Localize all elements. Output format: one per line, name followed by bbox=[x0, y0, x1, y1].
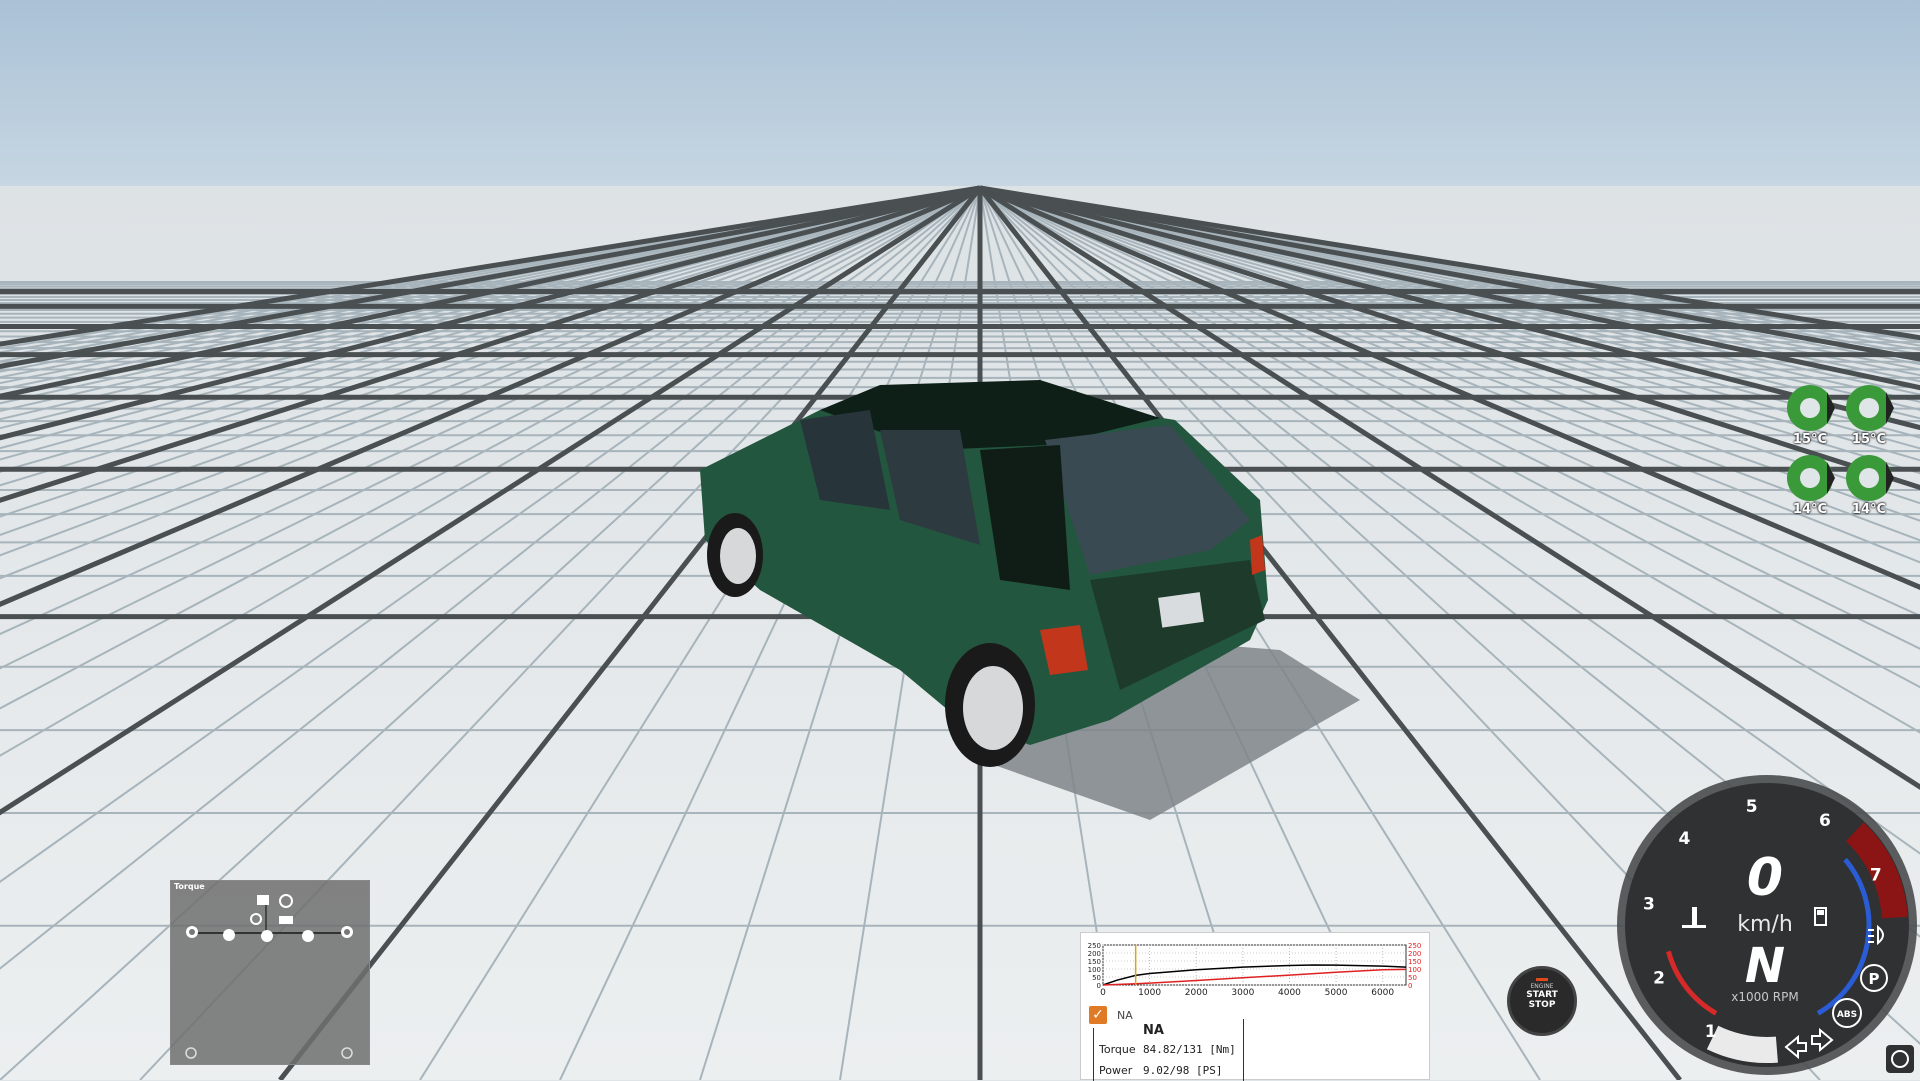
y-left-tick-label: 100 bbox=[1088, 966, 1101, 974]
tyre-temp-label: 14°C bbox=[1792, 502, 1828, 517]
shaft-icon bbox=[223, 929, 235, 941]
wheel-icon bbox=[185, 1047, 197, 1059]
divider bbox=[1093, 1028, 1094, 1081]
y-right-tick-label: 100 bbox=[1408, 966, 1421, 974]
tyre-front-left: 15°C bbox=[1783, 382, 1837, 452]
engine-button-line1: ENGINE bbox=[1530, 983, 1554, 990]
engine-button-line3: STOP bbox=[1528, 1000, 1556, 1010]
y-right-tick-label: 0 bbox=[1408, 982, 1412, 990]
torque-value: 84.82/131 [Nm] bbox=[1143, 1043, 1236, 1056]
tyre-icon bbox=[1787, 455, 1835, 501]
x-tick-label: 4000 bbox=[1278, 988, 1301, 998]
speed-readout: 0 bbox=[1747, 848, 1783, 908]
gearbox-icon bbox=[257, 895, 269, 905]
na-checkbox[interactable]: ✓ bbox=[1089, 1006, 1107, 1024]
shaft-icon bbox=[302, 930, 314, 942]
y-right-tick-label: 200 bbox=[1408, 950, 1421, 958]
differential-icon bbox=[279, 894, 293, 908]
drivetrain-diagram bbox=[185, 894, 353, 1059]
engine-curve-panel[interactable]: 0 1000 2000 3000 4000 5000 6000 250 200 150 100 50 0… bbox=[1080, 932, 1430, 1081]
power-value: 9.02/98 [PS] bbox=[1143, 1064, 1223, 1077]
tyre-front-right: 15°C bbox=[1842, 382, 1896, 452]
wheel-icon bbox=[186, 926, 198, 938]
tyre-temp-label: 15°C bbox=[1792, 432, 1828, 447]
engine-start-stop-button[interactable]: ENGINE START STOP bbox=[1507, 966, 1577, 1036]
gear-readout: N bbox=[1745, 938, 1785, 994]
y-left-tick-label: 200 bbox=[1088, 950, 1101, 958]
rpm-tick-label: 4 bbox=[1678, 829, 1690, 849]
rpm-tick-label: 5 bbox=[1746, 797, 1758, 817]
divider bbox=[1243, 1019, 1244, 1081]
tyre-rear-right: 14°C bbox=[1842, 452, 1896, 522]
tyre-icon bbox=[1846, 455, 1894, 501]
differential-icon bbox=[261, 930, 273, 942]
tyre-temp-label: 14°C bbox=[1851, 502, 1887, 517]
x-tick-label: 1000 bbox=[1138, 988, 1161, 998]
x-tick-label: 6000 bbox=[1371, 988, 1394, 998]
y-left-tick-label: 250 bbox=[1088, 942, 1101, 950]
abs-label: ABS bbox=[1837, 1010, 1857, 1020]
torque-label: Torque bbox=[1099, 1043, 1136, 1056]
y-right-tick-label: 50 bbox=[1408, 974, 1417, 982]
tyre-rear-left: 14°C bbox=[1783, 452, 1837, 522]
engine-icon bbox=[279, 916, 293, 924]
y-left-tick-label: 0 bbox=[1097, 982, 1101, 990]
tyre-icon bbox=[1846, 385, 1894, 431]
rpm-unit: x1000 RPM bbox=[1731, 990, 1798, 1004]
y-left-tick-label: 50 bbox=[1092, 974, 1101, 982]
x-tick-label: 2000 bbox=[1185, 988, 1208, 998]
rpm-tick-label: 3 bbox=[1643, 894, 1655, 914]
engine-button-line2: START bbox=[1526, 990, 1558, 1000]
tyre-icon bbox=[1787, 385, 1835, 431]
wheel-icon bbox=[341, 1047, 353, 1059]
tyre-temp-label: 15°C bbox=[1851, 432, 1887, 447]
x-tick-label: 0 bbox=[1100, 988, 1106, 998]
x-tick-label: 5000 bbox=[1325, 988, 1348, 998]
engine-indicator bbox=[1536, 978, 1548, 981]
x-tick-label: 3000 bbox=[1231, 988, 1254, 998]
dashboard-gauge: 1234567 0 km/h N x1000 RPM P ABS bbox=[1617, 775, 1917, 1075]
y-left-tick-label: 150 bbox=[1088, 958, 1101, 966]
rpm-tick-label: 6 bbox=[1819, 811, 1831, 831]
rpm-tick-label: 2 bbox=[1653, 968, 1665, 988]
torque-curve bbox=[1102, 964, 1407, 986]
clutch-icon bbox=[250, 913, 262, 925]
torque-distribution-panel[interactable]: Torque bbox=[170, 880, 370, 1065]
na-small-label: NA bbox=[1117, 1009, 1133, 1022]
rpm-tick-label: 7 bbox=[1870, 865, 1882, 885]
engine-curve-title: NA bbox=[1143, 1023, 1164, 1038]
camera-reset-icon[interactable] bbox=[1886, 1045, 1914, 1073]
y-right-tick-label: 150 bbox=[1408, 958, 1421, 966]
speed-unit: km/h bbox=[1737, 912, 1793, 937]
y-right-tick-label: 250 bbox=[1408, 942, 1421, 950]
power-label: Power bbox=[1099, 1064, 1133, 1077]
wheel-icon bbox=[341, 926, 353, 938]
parking-label: P bbox=[1869, 970, 1880, 988]
torque-power-chart: 0 1000 2000 3000 4000 5000 6000250200150100500… bbox=[1088, 942, 1422, 998]
